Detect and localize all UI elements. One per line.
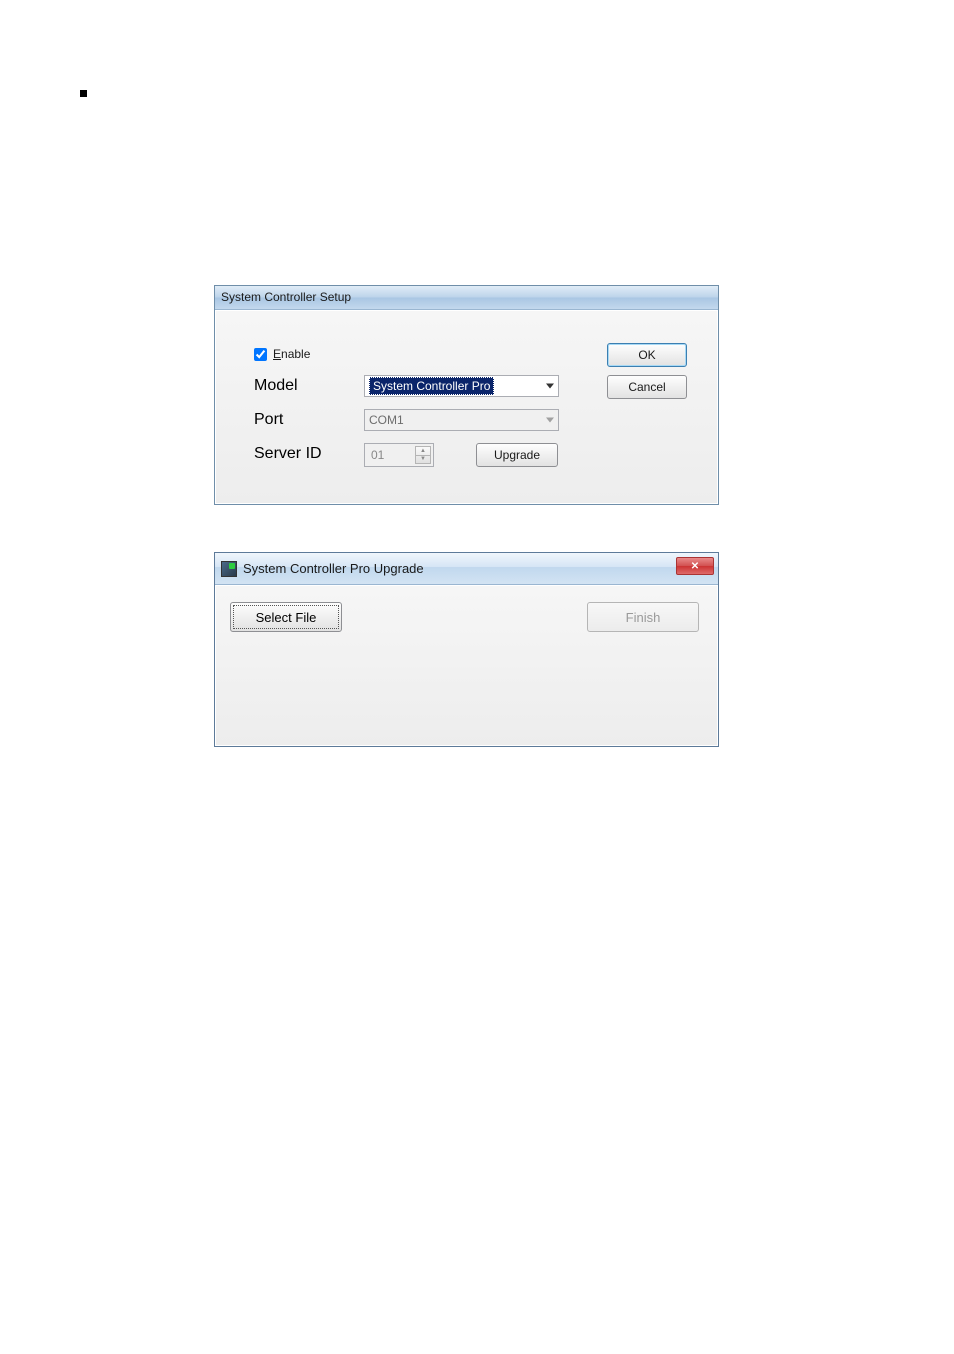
upgrade-titlebar: System Controller Pro Upgrade ✕ (215, 553, 718, 585)
ok-button[interactable]: OK (607, 343, 687, 367)
model-row: Model (254, 377, 359, 395)
finish-button: Finish (587, 602, 699, 632)
port-selected-value: COM1 (369, 413, 404, 427)
port-dropdown: COM1 (364, 409, 559, 431)
close-icon: ✕ (691, 561, 699, 572)
port-row: Port (254, 411, 359, 429)
model-selected-value: System Controller Pro (369, 377, 494, 395)
dialog-body: Enable Model System Controller Pro Port … (215, 310, 718, 504)
serverid-row: Server ID (254, 445, 359, 463)
spinner-buttons: ▲ ▼ (415, 446, 431, 464)
enable-label[interactable]: Enable (273, 347, 310, 361)
serverid-spinner: 01 ▲ ▼ (364, 443, 434, 467)
chevron-down-icon (546, 384, 554, 389)
model-dropdown[interactable]: System Controller Pro (364, 375, 559, 397)
system-controller-setup-dialog: System Controller Setup Enable Model Sys… (214, 285, 719, 505)
upgrade-dialog: System Controller Pro Upgrade ✕ Select F… (214, 552, 719, 747)
enable-row: Enable (254, 347, 310, 361)
upgrade-body: Select File Finish (215, 585, 718, 746)
port-label: Port (254, 411, 359, 429)
serverid-label: Server ID (254, 445, 359, 463)
dialog-title: System Controller Setup (221, 290, 351, 304)
upgrade-button[interactable]: Upgrade (476, 443, 558, 467)
app-icon (221, 561, 237, 577)
bullet-icon (80, 90, 87, 97)
dialog-titlebar: System Controller Setup (215, 286, 718, 310)
cancel-button[interactable]: Cancel (607, 375, 687, 399)
select-file-button[interactable]: Select File (230, 602, 342, 632)
upgrade-title: System Controller Pro Upgrade (243, 561, 424, 576)
model-label: Model (254, 377, 359, 395)
serverid-value: 01 (371, 448, 384, 462)
chevron-down-icon (546, 418, 554, 423)
enable-checkbox[interactable] (254, 348, 267, 361)
close-button[interactable]: ✕ (676, 557, 714, 575)
spinner-up-icon: ▲ (416, 447, 430, 456)
spinner-down-icon: ▼ (416, 456, 430, 464)
